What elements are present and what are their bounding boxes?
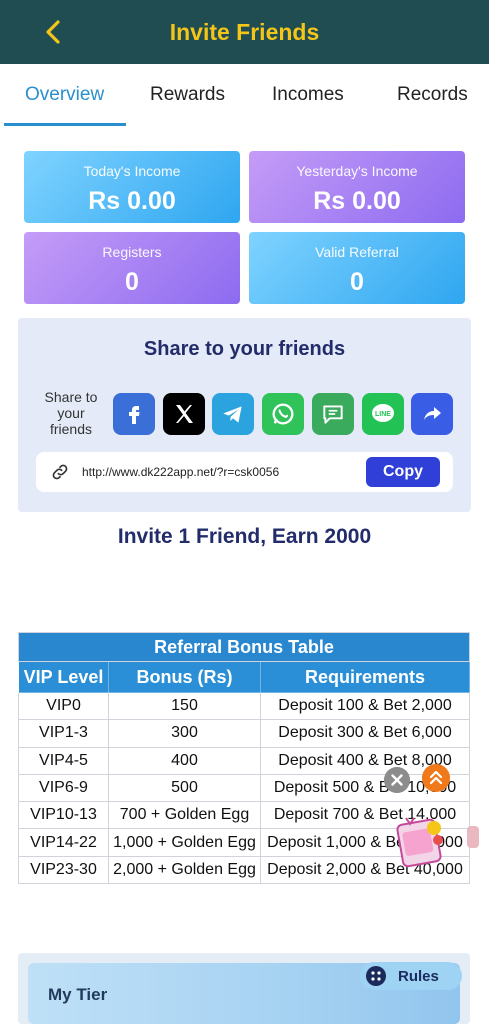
link-icon bbox=[52, 464, 68, 480]
table-cell: VIP23-30 bbox=[18, 855, 109, 885]
x-icon[interactable] bbox=[163, 393, 205, 435]
table-cell: VIP10-13 bbox=[18, 801, 109, 830]
table-title: Referral Bonus Table bbox=[18, 632, 470, 662]
table-cell: VIP4-5 bbox=[18, 746, 109, 775]
registers-value: 0 bbox=[125, 268, 139, 296]
table-cell: 700 + Golden Egg bbox=[108, 801, 261, 830]
invite-link-field: http://www.dk222app.net/?r=csk0056 Copy bbox=[36, 452, 453, 492]
share-panel: Share to your friends Share to your frie… bbox=[18, 318, 471, 512]
valid-referral-label: Valid Referral bbox=[315, 244, 399, 260]
yesterday-income-value: Rs 0.00 bbox=[313, 187, 401, 215]
line-icon[interactable]: LINE bbox=[362, 393, 404, 435]
table-cell: VIP6-9 bbox=[18, 773, 109, 803]
rules-icon bbox=[366, 966, 386, 986]
table-cell: 300 bbox=[108, 719, 261, 748]
tab-records[interactable]: Records bbox=[397, 84, 468, 106]
my-tier-title: My Tier bbox=[48, 985, 108, 1004]
table-cell: Deposit 100 & Bet 2,000 bbox=[260, 691, 470, 721]
share-arrow-icon[interactable] bbox=[411, 393, 453, 435]
table-cell: VIP1-3 bbox=[18, 719, 109, 748]
tab-incomes[interactable]: Incomes bbox=[272, 84, 344, 106]
copy-button[interactable]: Copy bbox=[366, 457, 440, 487]
side-mascot bbox=[467, 826, 479, 848]
today-income-value: Rs 0.00 bbox=[88, 187, 176, 215]
table-cell: VIP0 bbox=[18, 691, 109, 721]
facebook-icon[interactable] bbox=[113, 393, 155, 435]
yesterday-income-card: Yesterday's Income Rs 0.00 bbox=[249, 151, 465, 223]
today-income-card: Today's Income Rs 0.00 bbox=[24, 151, 240, 223]
whatsapp-icon[interactable] bbox=[262, 393, 304, 435]
close-icon[interactable] bbox=[384, 767, 410, 793]
registers-label: Registers bbox=[102, 244, 162, 260]
rules-label: Rules bbox=[398, 967, 439, 985]
telegram-icon[interactable] bbox=[212, 393, 254, 435]
invite-headline: Invite 1 Friend, Earn 2000 bbox=[117, 525, 372, 548]
table-cell: Deposit 300 & Bet 6,000 bbox=[260, 719, 470, 748]
app-header: Invite Friends bbox=[0, 0, 489, 64]
my-tier-section: My Tier Rules bbox=[18, 953, 470, 1024]
active-tab-indicator bbox=[4, 123, 126, 126]
share-label: Share to your friends bbox=[44, 389, 98, 437]
promo-gift-icon[interactable] bbox=[394, 812, 448, 870]
share-title: Share to your friends bbox=[143, 338, 346, 360]
table-row: VIP1-3 300 Deposit 300 & Bet 6,000 bbox=[18, 719, 470, 748]
registers-card: Registers 0 bbox=[24, 232, 240, 304]
tab-bar: Overview Rewards Incomes Records bbox=[0, 64, 489, 126]
column-header: VIP Level bbox=[18, 661, 109, 693]
yesterday-income-label: Yesterday's Income bbox=[296, 163, 418, 179]
tab-rewards[interactable]: Rewards bbox=[150, 84, 225, 106]
table-cell: 1,000 + Golden Egg bbox=[108, 828, 261, 857]
tab-overview[interactable]: Overview bbox=[25, 84, 104, 106]
back-arrow-icon[interactable] bbox=[40, 16, 68, 48]
today-income-label: Today's Income bbox=[83, 163, 181, 179]
column-header: Requirements bbox=[260, 661, 470, 693]
sms-icon[interactable] bbox=[312, 393, 354, 435]
page-title: Invite Friends bbox=[169, 18, 320, 45]
column-header: Bonus (Rs) bbox=[108, 661, 261, 693]
rules-button[interactable]: Rules bbox=[360, 962, 462, 990]
table-cell: 400 bbox=[108, 746, 261, 775]
valid-referral-value: 0 bbox=[350, 268, 364, 296]
scroll-top-icon[interactable] bbox=[422, 764, 450, 792]
invite-link-text: http://www.dk222app.net/?r=csk0056 bbox=[82, 465, 280, 479]
valid-referral-card: Valid Referral 0 bbox=[249, 232, 465, 304]
table-cell: 2,000 + Golden Egg bbox=[108, 855, 261, 885]
table-row: VIP0 150 Deposit 100 & Bet 2,000 bbox=[18, 691, 470, 721]
table-cell: 150 bbox=[108, 691, 261, 721]
table-cell: VIP14-22 bbox=[18, 828, 109, 857]
svg-text:LINE: LINE bbox=[375, 411, 391, 418]
table-cell: 500 bbox=[108, 773, 261, 803]
